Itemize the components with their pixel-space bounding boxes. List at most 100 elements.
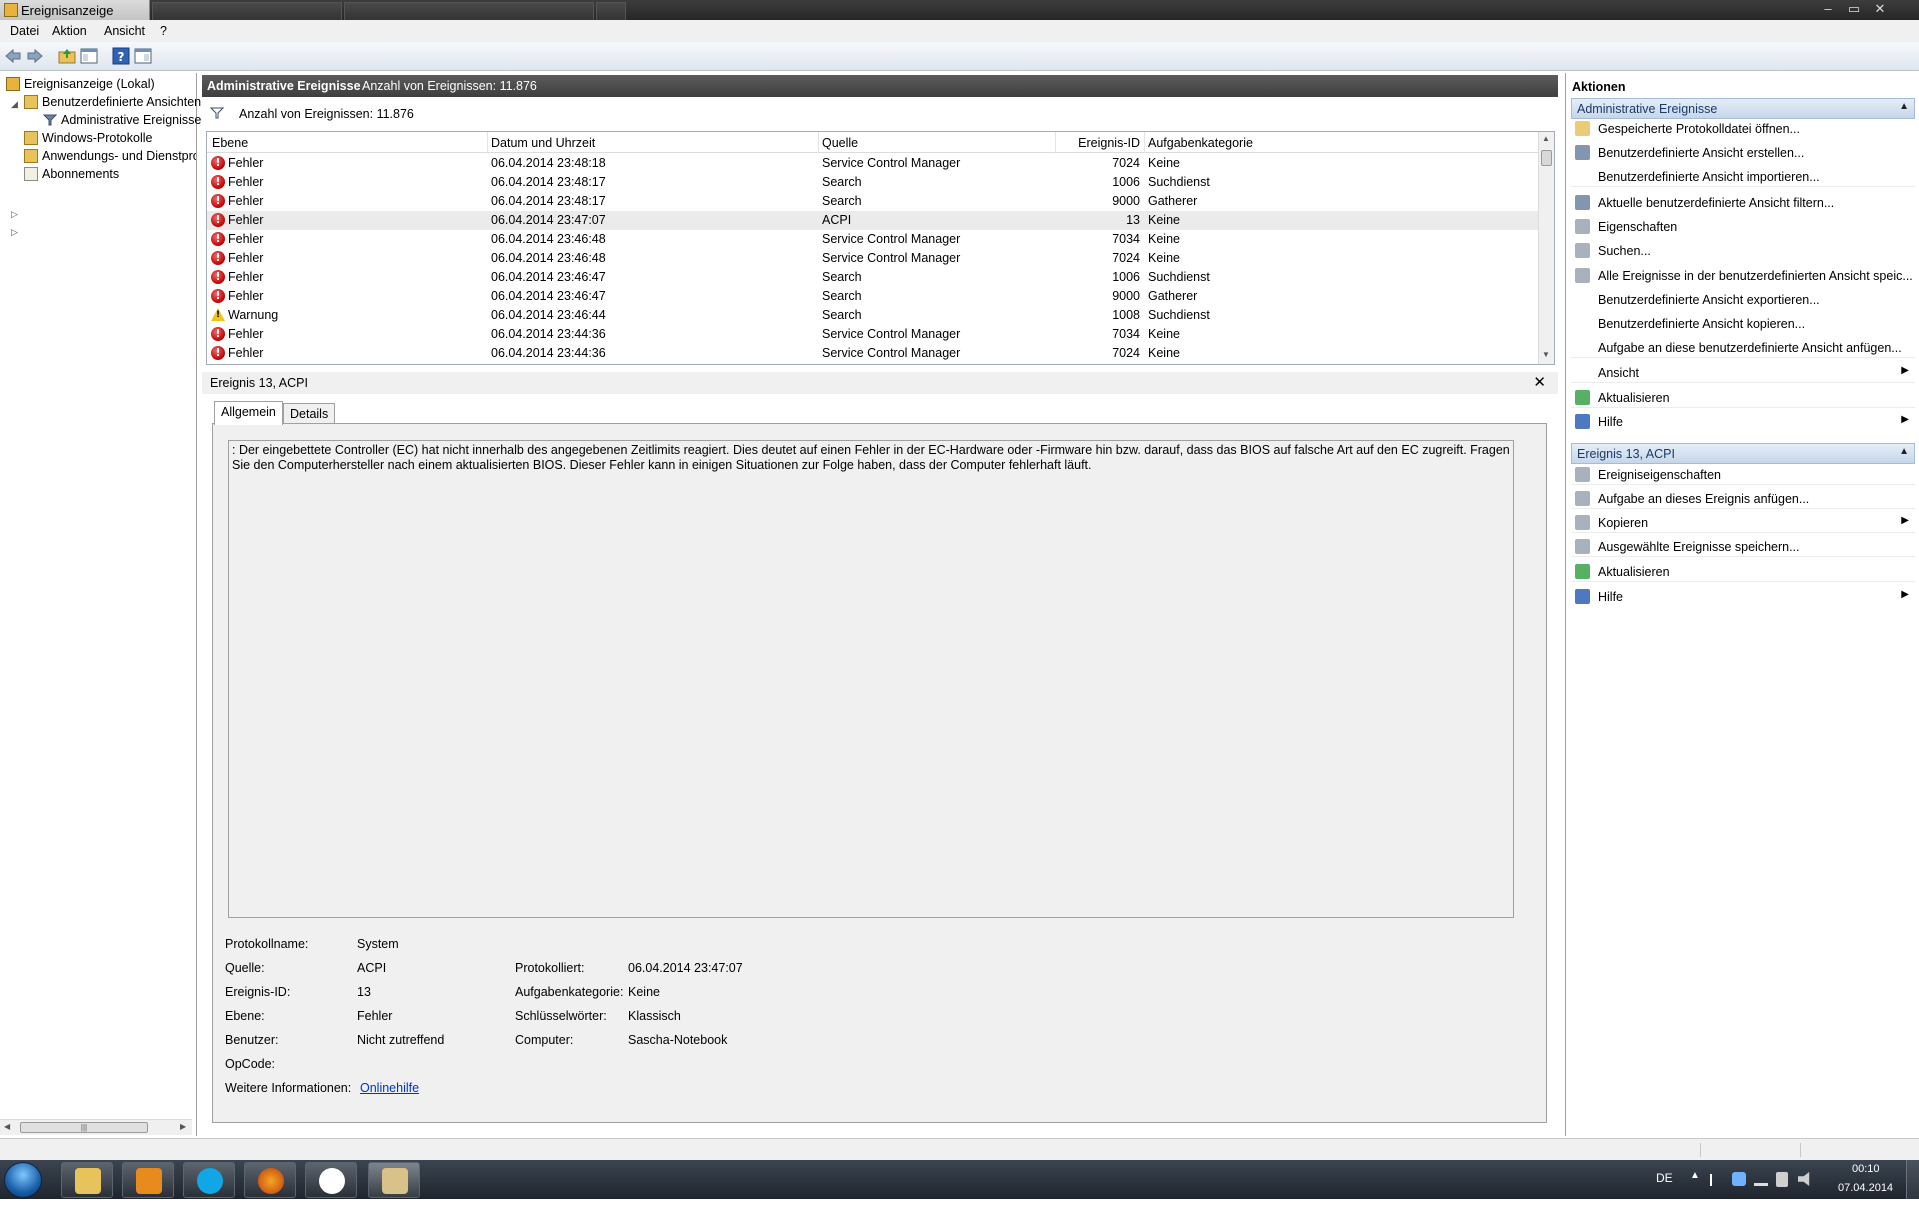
close-icon[interactable]: ✕ <box>1533 373 1546 391</box>
table-row[interactable]: ! Fehler 06.04.2014 23:46:48 Service Contro… <box>207 249 1539 268</box>
tree-horizontal-scrollbar[interactable]: ◀ ||| ▶ <box>0 1119 192 1135</box>
menu-datei[interactable]: Datei <box>10 24 39 38</box>
scroll-down-arrow-icon[interactable]: ▼ <box>1542 350 1550 359</box>
table-row[interactable]: ! Fehler 06.04.2014 23:46:48 Service Contro… <box>207 230 1539 249</box>
table-row[interactable]: ! Fehler 06.04.2014 23:48:17 Search 1006 Such… <box>207 173 1539 192</box>
tab-details[interactable]: Details <box>283 403 336 425</box>
menu-ansicht[interactable]: Ansicht <box>104 24 145 38</box>
action-item[interactable]: Ausgewählte Ereignisse speichern... <box>1571 537 1915 557</box>
action-item[interactable]: Kopieren ▶ <box>1571 513 1915 533</box>
background-window-tab[interactable] <box>152 2 342 20</box>
action-item[interactable]: Eigenschaften <box>1571 217 1915 237</box>
show-hide-action-pane-icon[interactable] <box>134 47 152 65</box>
taskbar-media-player[interactable] <box>122 1162 174 1198</box>
cell-level: Fehler <box>228 194 264 208</box>
table-row[interactable]: ! Fehler 06.04.2014 23:46:47 Search 1006 Such… <box>207 268 1539 287</box>
back-arrow-icon[interactable] <box>4 47 22 65</box>
action-item[interactable]: Benutzerdefinierte Ansicht importieren..… <box>1571 167 1915 187</box>
taskbar-firefox[interactable] <box>244 1162 296 1198</box>
tree-item-app-logs[interactable]: Anwendungs- und Dienstprotokolle <box>24 149 196 167</box>
taskbar-explorer[interactable] <box>61 1162 113 1198</box>
menu-aktion[interactable]: Aktion <box>52 24 87 38</box>
action-center-flag-icon[interactable] <box>1710 1174 1724 1186</box>
input-language[interactable]: DE <box>1656 1171 1673 1210</box>
submenu-arrow-icon: ▶ <box>1901 589 1909 600</box>
background-window-tab[interactable] <box>344 2 594 20</box>
error-icon: ! <box>211 327 225 341</box>
action-item[interactable]: Aufgabe an dieses Ereignis anfügen... <box>1571 489 1915 509</box>
battery-icon[interactable] <box>1776 1172 1788 1187</box>
action-item[interactable]: Suchen... <box>1571 241 1915 261</box>
action-item[interactable]: Hilfe ▶ <box>1571 412 1915 432</box>
show-desktop-button[interactable] <box>1906 1160 1919 1199</box>
network-signal-icon[interactable] <box>1754 1174 1768 1186</box>
table-row[interactable]: ! Fehler 06.04.2014 23:44:36 Service Contro… <box>207 344 1539 363</box>
column-header-level[interactable]: Ebene <box>212 136 248 150</box>
action-item[interactable]: Ansicht ▶ <box>1571 363 1915 383</box>
menu-help[interactable]: ? <box>160 24 167 38</box>
tree-item-admin-events[interactable]: Administrative Ereignisse <box>43 113 201 131</box>
table-row[interactable]: ! Fehler 06.04.2014 23:48:18 Service Contro… <box>207 154 1539 173</box>
cell-date: 06.04.2014 23:47:07 <box>491 213 606 227</box>
scroll-right-arrow-icon[interactable]: ▶ <box>180 1122 186 1131</box>
actions-section-event[interactable]: Ereignis 13, ACPI ▲ <box>1571 443 1915 464</box>
minimize-button[interactable]: – <box>1817 0 1839 18</box>
table-row[interactable]: ! Fehler 06.04.2014 23:48:17 Search 9000 Gath… <box>207 192 1539 211</box>
cell-event-id: 7034 <box>1112 327 1140 341</box>
show-hidden-icons-arrow-icon[interactable]: ▲ <box>1690 1170 1700 1209</box>
action-item[interactable]: Aktuelle benutzerdefinierte Ansicht filt… <box>1571 193 1915 213</box>
event-description[interactable]: : Der eingebettete Controller (EC) hat n… <box>228 440 1514 918</box>
column-header-task-category[interactable]: Aufgabenkategorie <box>1148 136 1253 150</box>
taskbar-skype[interactable] <box>183 1162 235 1198</box>
collapse-caret-icon[interactable]: ▲ <box>1899 446 1909 457</box>
tree-item-subscriptions[interactable]: Abonnements <box>24 167 119 185</box>
column-header-event-id[interactable]: Ereignis-ID <box>1057 136 1140 150</box>
table-row[interactable]: ! Warnung 06.04.2014 23:46:44 Search 1008 Suc… <box>207 306 1539 325</box>
expand-triangle-icon[interactable]: ▷ <box>11 228 20 237</box>
tab-allgemein[interactable]: Allgemein <box>214 401 283 425</box>
tree-item-windows-logs[interactable]: Windows-Protokolle <box>24 131 152 149</box>
filter-bar: Anzahl von Ereignissen: 11.876 <box>202 97 1558 128</box>
actions-section-admin-events[interactable]: Administrative Ereignisse ▲ <box>1571 98 1915 119</box>
scroll-up-arrow-icon[interactable]: ▲ <box>1542 134 1550 143</box>
tree-item-custom-views[interactable]: Benutzerdefinierte Ansichten <box>24 95 201 113</box>
expand-triangle-icon[interactable]: ▷ <box>11 210 20 219</box>
column-header-source[interactable]: Quelle <box>822 136 858 150</box>
background-window-tab[interactable] <box>596 2 626 20</box>
up-folder-icon[interactable] <box>58 47 76 65</box>
online-help-link[interactable]: Onlinehilfe <box>360 1081 419 1095</box>
table-row[interactable]: ! Fehler 06.04.2014 23:46:47 Search 9000 Gath… <box>207 287 1539 306</box>
table-row[interactable]: ! Fehler 06.04.2014 23:44:36 Service Contro… <box>207 325 1539 344</box>
action-item[interactable]: Ereigniseigenschaften <box>1571 465 1915 485</box>
taskbar-event-viewer[interactable] <box>368 1162 420 1198</box>
action-item[interactable]: Benutzerdefinierte Ansicht kopieren... <box>1571 314 1915 334</box>
error-icon: ! <box>211 270 225 284</box>
tree-item-root[interactable]: Ereignisanzeige (Lokal) <box>6 77 155 95</box>
maximize-button[interactable]: ▭ <box>1843 0 1865 18</box>
collapse-triangle-icon[interactable]: ◢ <box>11 100 20 109</box>
dropbox-icon[interactable] <box>1732 1172 1746 1186</box>
action-item[interactable]: Aktualisieren <box>1571 388 1915 408</box>
action-item[interactable]: Benutzerdefinierte Ansicht exportieren..… <box>1571 290 1915 310</box>
close-button[interactable]: ✕ <box>1869 0 1891 18</box>
start-button[interactable] <box>4 1162 42 1198</box>
action-item[interactable]: Benutzerdefinierte Ansicht erstellen... <box>1571 143 1915 163</box>
column-header-date[interactable]: Datum und Uhrzeit <box>491 136 595 150</box>
event-list-vertical-scrollbar[interactable]: ▲ ▼ <box>1538 132 1554 364</box>
action-item[interactable]: Alle Ereignisse in der benutzerdefiniert… <box>1571 266 1915 286</box>
action-item[interactable]: Hilfe ▶ <box>1571 587 1915 607</box>
show-hide-console-tree-icon[interactable] <box>80 47 98 65</box>
action-item[interactable]: Aktualisieren <box>1571 562 1915 582</box>
taskbar-amazon[interactable] <box>305 1162 357 1198</box>
help-icon[interactable]: ? <box>112 47 130 65</box>
collapse-caret-icon[interactable]: ▲ <box>1899 101 1909 112</box>
cell-source: Search <box>822 308 862 322</box>
action-item[interactable]: Aufgabe an diese benutzerdefinierte Ansi… <box>1571 338 1915 358</box>
clock-date[interactable]: 07.04.2014 <box>1838 1182 1893 1221</box>
scroll-thumb[interactable] <box>1541 150 1552 166</box>
forward-arrow-icon[interactable] <box>26 47 44 65</box>
action-item[interactable]: Gespeicherte Protokolldatei öffnen... <box>1571 119 1915 139</box>
table-row[interactable]: ! Fehler 06.04.2014 23:47:07 ACPI 13 Keine <box>207 211 1539 230</box>
scroll-thumb[interactable]: ||| <box>20 1122 148 1133</box>
scroll-left-arrow-icon[interactable]: ◀ <box>4 1122 10 1131</box>
